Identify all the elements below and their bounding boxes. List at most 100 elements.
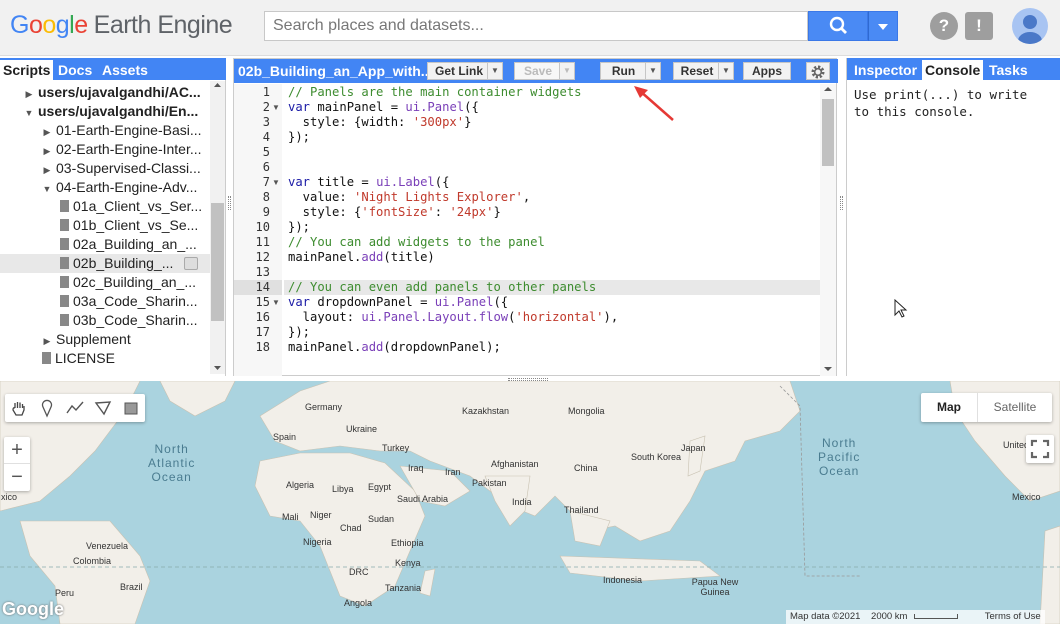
- zoom-in-button[interactable]: +: [4, 437, 30, 464]
- tab-console[interactable]: Console: [922, 60, 984, 80]
- earth-engine-logo[interactable]: Google Earth Engine: [10, 11, 233, 40]
- fold-toggle-icon[interactable]: ▼: [272, 175, 280, 190]
- country-label: Iraq: [408, 463, 424, 473]
- code-line[interactable]: });: [284, 130, 820, 145]
- search-options-dropdown[interactable]: [868, 11, 898, 41]
- script-file-item[interactable]: 02c_Building_an_...: [0, 273, 210, 292]
- line-icon[interactable]: [65, 398, 85, 418]
- tab-docs[interactable]: Docs: [55, 60, 95, 80]
- code-line[interactable]: var mainPanel = ui.Panel({: [284, 100, 820, 115]
- code-line[interactable]: [284, 145, 820, 160]
- country-label: DRC: [349, 567, 369, 577]
- code-line[interactable]: // Panels are the main container widgets: [284, 85, 820, 100]
- tab-assets[interactable]: Assets: [99, 60, 151, 80]
- code-line[interactable]: style: {width: '300px'}: [284, 115, 820, 130]
- map-type-satellite-button[interactable]: Satellite: [977, 393, 1052, 422]
- code-line[interactable]: layout: ui.Panel.Layout.flow('horizontal…: [284, 310, 820, 325]
- save-dropdown[interactable]: ▼: [559, 62, 575, 80]
- script-file-item[interactable]: 02a_Building_an_...: [0, 235, 210, 254]
- script-file-item[interactable]: 01b_Client_vs_Se...: [0, 216, 210, 235]
- code-area[interactable]: // Panels are the main container widgets…: [284, 84, 820, 376]
- code-line[interactable]: mainPanel.add(title): [284, 250, 820, 265]
- country-label: Afghanistan: [491, 459, 539, 469]
- folder-item[interactable]: ▶ 01-Earth-Engine-Basi...: [0, 121, 210, 140]
- folder-item[interactable]: ▶ 03-Supervised-Classi...: [0, 159, 210, 178]
- terms-link[interactable]: Terms of Use: [981, 611, 1045, 622]
- avatar[interactable]: [1012, 8, 1048, 44]
- scrollbar-track-icon: [822, 87, 834, 371]
- script-file-item[interactable]: 02b_Building_...: [0, 254, 210, 273]
- run-button[interactable]: Run: [600, 62, 647, 80]
- polygon-icon[interactable]: [93, 398, 113, 418]
- map-type-map-button[interactable]: Map: [921, 393, 977, 422]
- save-button[interactable]: Save: [514, 62, 562, 80]
- reset-dropdown[interactable]: ▼: [718, 62, 734, 80]
- editor-toolbar: 02b_Building_an_App_with... Get Link ▼ S…: [234, 59, 838, 83]
- folder-item[interactable]: ▶ Supplement: [0, 330, 210, 349]
- script-title[interactable]: 02b_Building_an_App_with...: [238, 63, 432, 79]
- fold-toggle-icon[interactable]: ▼: [272, 100, 280, 115]
- reset-button[interactable]: Reset: [673, 62, 721, 80]
- zoom-control: + −: [4, 437, 30, 491]
- code-line[interactable]: style: {'fontSize': '24px'}: [284, 205, 820, 220]
- script-file-item[interactable]: 03b_Code_Sharin...: [0, 311, 210, 330]
- map-view[interactable]: North Atlantic Ocean North Pacific Ocean…: [0, 381, 1060, 624]
- script-file-item[interactable]: 01a_Client_vs_Ser...: [0, 197, 210, 216]
- splitter-handle[interactable]: [228, 196, 231, 210]
- country-label: Indonesia: [603, 575, 643, 585]
- tab-tasks[interactable]: Tasks: [986, 60, 1031, 80]
- apps-button[interactable]: Apps: [743, 62, 791, 80]
- folder-item[interactable]: ▶ users/ujavalgandhi/AC...: [0, 83, 210, 102]
- history-icon[interactable]: [184, 257, 198, 270]
- code-line[interactable]: });: [284, 220, 820, 235]
- hand-pan-icon[interactable]: [9, 398, 29, 418]
- folder-item[interactable]: ▼ users/ujavalgandhi/En...: [0, 102, 210, 121]
- mouse-cursor-icon: [894, 299, 908, 318]
- code-token: 'Night Lights Explorer': [354, 190, 523, 204]
- code-token: 'fontSize': [361, 205, 435, 219]
- country-label: Tanzania: [385, 583, 422, 593]
- tree-scrollbar[interactable]: [210, 81, 225, 374]
- folder-item[interactable]: ▶ 02-Earth-Engine-Inter...: [0, 140, 210, 159]
- logo-suffix: Earth Engine: [93, 11, 233, 39]
- search-input[interactable]: Search places and datasets...: [264, 11, 808, 41]
- fold-toggle-icon[interactable]: ▼: [272, 295, 280, 310]
- search-button[interactable]: [808, 11, 868, 41]
- country-label: xico: [1, 492, 18, 502]
- script-file-item[interactable]: LICENSE: [0, 349, 210, 368]
- help-icon[interactable]: ?: [930, 12, 958, 40]
- code-line[interactable]: var title = ui.Label({: [284, 175, 820, 190]
- get-link-button[interactable]: Get Link: [427, 62, 491, 80]
- folder-item[interactable]: ▼ 04-Earth-Engine-Adv...: [0, 178, 210, 197]
- feedback-icon[interactable]: !: [965, 12, 993, 40]
- zoom-out-button[interactable]: −: [4, 464, 30, 491]
- get-link-dropdown[interactable]: ▼: [487, 62, 503, 80]
- code-line[interactable]: var dropdownPanel = ui.Panel({: [284, 295, 820, 310]
- country-label: Sudan: [368, 514, 395, 524]
- rectangle-icon[interactable]: [121, 398, 141, 418]
- code-token: add: [361, 340, 384, 354]
- code-line[interactable]: // You can add widgets to the panel: [284, 235, 820, 250]
- tab-inspector[interactable]: Inspector: [851, 60, 920, 80]
- tree-item-label: 02c_Building_an_...: [73, 274, 196, 290]
- script-file-item[interactable]: 03a_Code_Sharin...: [0, 292, 210, 311]
- editor-scrollbar[interactable]: [820, 84, 836, 376]
- tree-item-label: 03-Supervised-Classi...: [56, 160, 201, 176]
- code-line[interactable]: value: 'Night Lights Explorer',: [284, 190, 820, 205]
- code-line[interactable]: // You can even add panels to other pane…: [284, 280, 820, 295]
- country-label: Brazil: [120, 582, 143, 592]
- settings-button[interactable]: [806, 62, 830, 80]
- code-line[interactable]: });: [284, 325, 820, 340]
- code-line[interactable]: [284, 160, 820, 175]
- code-line[interactable]: mainPanel.add(dropdownPanel);: [284, 340, 820, 355]
- scale-text[interactable]: 2000 km: [867, 611, 911, 622]
- marker-icon[interactable]: [37, 398, 57, 418]
- splitter-handle[interactable]: [840, 196, 843, 210]
- tab-scripts[interactable]: Scripts: [0, 60, 54, 80]
- fullscreen-button[interactable]: [1026, 435, 1054, 463]
- code-token: ui.Panel.Layout.flow: [361, 310, 509, 324]
- run-dropdown[interactable]: ▼: [645, 62, 661, 80]
- country-label: Kazakhstan: [462, 406, 510, 416]
- code-line[interactable]: [284, 265, 820, 280]
- tree-item-label: 02a_Building_an_...: [73, 236, 197, 252]
